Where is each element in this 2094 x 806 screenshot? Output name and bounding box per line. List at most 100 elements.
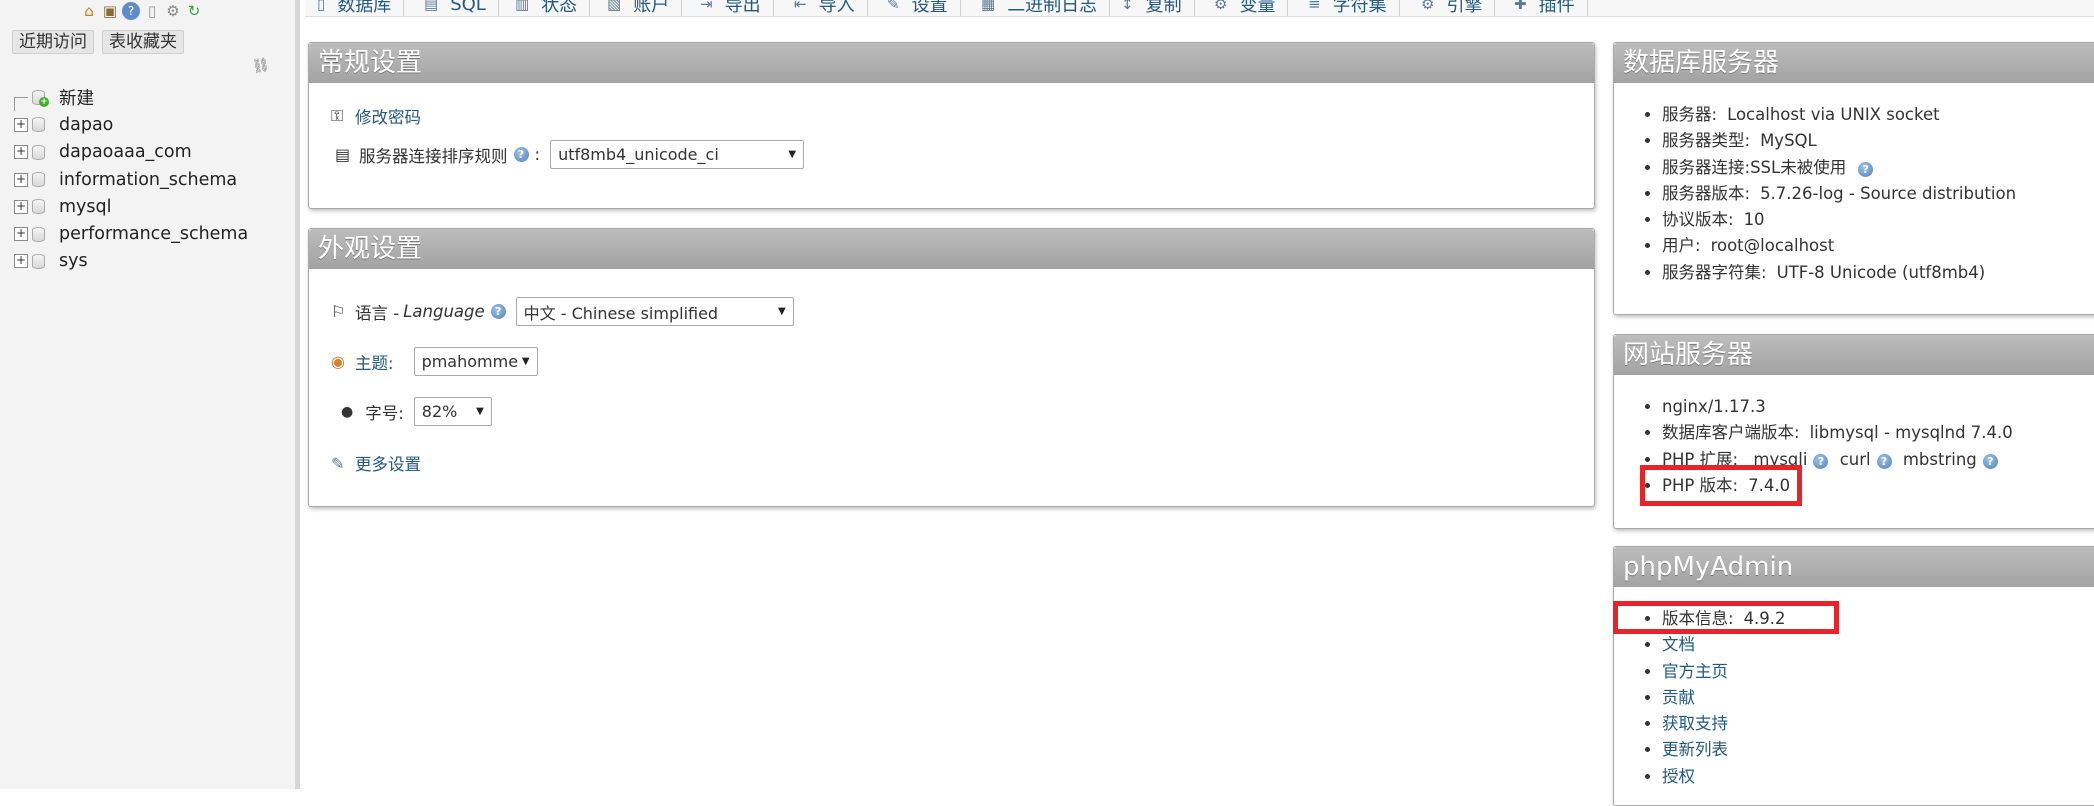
tree-item-sys[interactable]: + sys <box>14 248 248 275</box>
list-item: 文档 <box>1662 632 1786 658</box>
tab-engines[interactable]: ⚙ 引擎 <box>1409 0 1496 16</box>
list-item: 服务器连接:SSL未被使用? <box>1662 155 2016 181</box>
list-item: 服务器版本:5.7.26-log - Source distribution <box>1662 181 2016 207</box>
link-icon[interactable]: ⛓ <box>251 57 271 76</box>
panel-title: 数据库服务器 <box>1614 43 2094 83</box>
help-icon[interactable]: ? <box>1982 453 1998 469</box>
tab-export[interactable]: ⇥ 导出 <box>688 0 774 16</box>
collation-label: 服务器连接排序规则 <box>359 146 508 166</box>
tree-item-dapao[interactable]: + dapao <box>14 111 248 138</box>
expand-icon[interactable]: + <box>14 227 28 242</box>
help-icon[interactable]: ? <box>1813 453 1829 469</box>
theme-select[interactable]: pmahomme ▼ <box>413 347 538 376</box>
help-icon[interactable]: ? <box>490 304 506 319</box>
support-link[interactable]: 获取支持 <box>1662 714 1728 733</box>
help-icon[interactable]: ? <box>513 147 529 162</box>
panel-title: 外观设置 <box>309 229 1594 269</box>
list-item: PHP 版本:7.4.0 <box>1662 473 2013 499</box>
phpmyadmin-list: 版本信息:4.9.2 文档 官方主页 贡献 获取支持 更新列表 授权 <box>1614 606 1786 790</box>
language-icon: ⚐ <box>331 302 346 321</box>
tree-item-label[interactable]: sys <box>59 251 88 271</box>
expand-icon[interactable]: + <box>14 145 28 160</box>
homepage-link[interactable]: 官方主页 <box>1662 662 1728 681</box>
help-icon[interactable]: ? <box>122 2 140 20</box>
database-icon: ▯ <box>317 0 326 13</box>
language-value: 中文 - Chinese simplified <box>523 303 719 323</box>
language-select[interactable]: 中文 - Chinese simplified ▼ <box>515 297 794 326</box>
tree-item-label[interactable]: performance_schema <box>59 224 248 244</box>
license-link[interactable]: 授权 <box>1662 767 1695 786</box>
key-icon: ⚿ <box>331 106 344 125</box>
tree-item-label[interactable]: dapaoaaa_com <box>59 142 192 162</box>
expand-icon[interactable]: + <box>14 254 28 269</box>
tab-plugins[interactable]: ✚ 插件 <box>1502 0 1588 16</box>
tab-databases[interactable]: ▯ 数据库 <box>305 0 405 16</box>
font-size-select[interactable]: 82% ▼ <box>413 397 492 426</box>
tab-import[interactable]: ⇤ 导入 <box>782 0 868 16</box>
charset-icon: ≡ <box>1308 0 1321 13</box>
docs-icon[interactable]: ▯ <box>143 2 161 20</box>
list-item: 协议版本:10 <box>1662 207 2016 233</box>
reload-icon[interactable]: ↻ <box>185 2 203 20</box>
change-password-row: ⚿ 修改密码 <box>331 104 421 128</box>
font-size-label: 字号: <box>365 403 404 423</box>
help-icon[interactable]: ? <box>1858 161 1874 177</box>
database-server-list: 服务器:Localhost via UNIX socket 服务器类型:MySQ… <box>1614 102 2016 286</box>
database-tree: + 新建 + dapao + dapaoaaa_com + informatio… <box>14 84 248 275</box>
tab-settings[interactable]: ✎ 设置 <box>875 0 961 16</box>
tab-binlog[interactable]: ▦ 二进制日志 <box>969 0 1111 16</box>
dropdown-arrow-icon: ▼ <box>521 356 530 367</box>
expand-icon[interactable]: + <box>14 199 28 214</box>
list-item: PHP 扩展: mysqli? curl? mbstring? <box>1662 447 2013 473</box>
database-icon <box>32 253 45 269</box>
tree-item-label[interactable]: mysql <box>59 197 112 217</box>
collation-value: utf8mb4_unicode_ci <box>558 145 719 164</box>
wrench-icon: ✎ <box>887 0 900 13</box>
tab-accounts[interactable]: ▧ 账户 <box>595 0 683 16</box>
engine-icon: ⚙ <box>1421 0 1435 13</box>
wrench-icon: ✎ <box>331 453 345 473</box>
list-item: 服务器:Localhost via UNIX socket <box>1662 102 2016 128</box>
help-icon[interactable]: ? <box>1876 453 1892 469</box>
language-row: ⚐ 语言 - Language ? 中文 - Chinese simplifie… <box>331 297 794 326</box>
change-password-link[interactable]: 修改密码 <box>355 104 421 128</box>
recent-tab[interactable]: 近期访问 <box>12 30 94 54</box>
top-tab-bar: ▯ 数据库 ▤ SQL ▥ 状态 ▧ 账户 ⇥ 导出 ⇤ 导入 ✎ 设置 ▦ 二进制日志 ↕ 复制… <box>305 0 2094 17</box>
exit-icon[interactable]: ▣ <box>101 2 119 20</box>
theme-label[interactable]: 主题: <box>355 350 394 374</box>
expand-icon[interactable]: + <box>14 172 28 187</box>
tab-status[interactable]: ▥ 状态 <box>503 0 591 16</box>
list-item: 贡献 <box>1662 685 1786 711</box>
tree-item-label[interactable]: dapao <box>59 115 113 135</box>
tree-item-information-schema[interactable]: + information_schema <box>14 166 248 193</box>
export-icon: ⇥ <box>700 0 713 13</box>
panel-title: phpMyAdmin <box>1614 547 2094 587</box>
colon: : <box>534 145 541 164</box>
collation-select[interactable]: utf8mb4_unicode_ci ▼ <box>550 140 805 169</box>
tab-sql[interactable]: ▤ SQL <box>412 0 499 16</box>
database-icon <box>32 144 45 160</box>
tree-item-label[interactable]: 新建 <box>59 85 94 110</box>
appearance-settings-panel: 外观设置 ⚐ 语言 - Language ? 中文 - Chinese simp… <box>308 228 1595 507</box>
more-settings-link[interactable]: 更多设置 <box>355 451 421 475</box>
settings-icon[interactable]: ⚙ <box>164 2 182 20</box>
tree-item-mysql[interactable]: + mysql <box>14 193 248 220</box>
documentation-link[interactable]: 文档 <box>1662 635 1695 654</box>
tree-item-new[interactable]: + 新建 <box>14 84 248 112</box>
tab-variables[interactable]: ⚙ 变量 <box>1202 0 1289 16</box>
changelog-link[interactable]: 更新列表 <box>1662 740 1728 759</box>
tab-charsets[interactable]: ≡ 字符集 <box>1296 0 1400 16</box>
tree-item-dapaoaaa-com[interactable]: + dapaoaaa_com <box>14 139 248 166</box>
list-item: 用户:root@localhost <box>1662 233 2016 259</box>
expand-icon[interactable]: + <box>14 117 28 132</box>
tree-item-performance-schema[interactable]: + performance_schema <box>14 220 248 247</box>
variables-icon: ⚙ <box>1214 0 1228 13</box>
list-item: 官方主页 <box>1662 659 1786 685</box>
language-label: 语言 - <box>355 303 400 323</box>
favorites-tab[interactable]: 表收藏夹 <box>102 30 184 54</box>
home-icon[interactable]: ⌂ <box>80 2 98 20</box>
tree-item-label[interactable]: information_schema <box>59 170 237 190</box>
sql-icon: ▤ <box>424 0 439 13</box>
contribute-link[interactable]: 贡献 <box>1662 688 1695 707</box>
tab-replication[interactable]: ↕ 复制 <box>1109 0 1195 16</box>
